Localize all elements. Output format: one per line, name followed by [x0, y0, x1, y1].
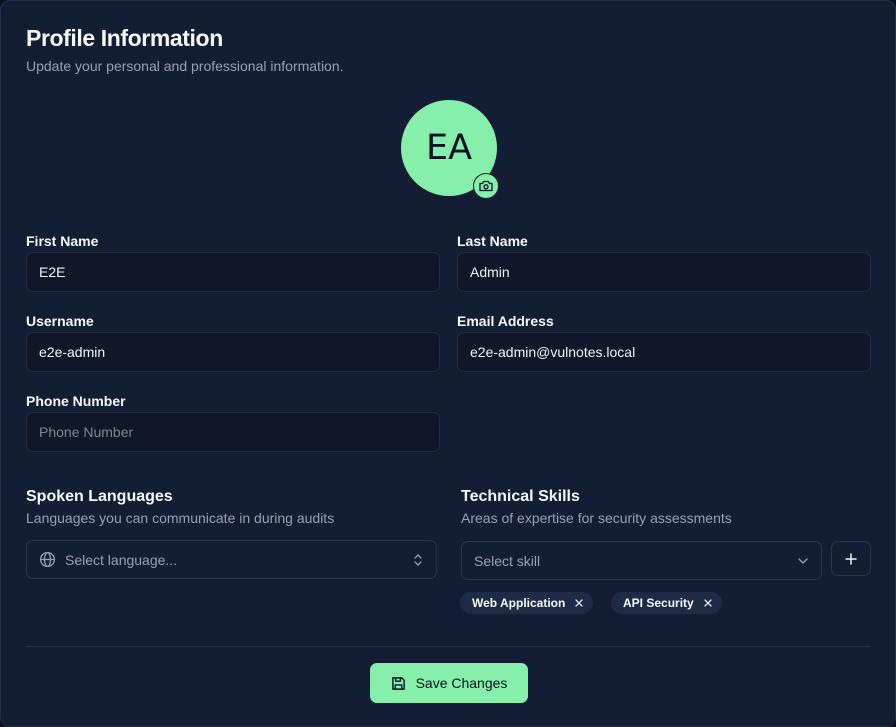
remove-skill-button[interactable]: [704, 599, 712, 607]
phone-label: Phone Number: [26, 393, 126, 409]
chevron-down-icon: [798, 557, 808, 564]
avatar-initials: EA: [425, 128, 473, 168]
avatar-upload-button[interactable]: [473, 173, 499, 199]
camera-icon: [479, 180, 493, 192]
skill-select-placeholder: Select skill: [474, 552, 541, 569]
remove-skill-button[interactable]: [575, 599, 583, 607]
divider: [26, 646, 871, 647]
last-name-label: Last Name: [457, 233, 528, 249]
last-name-input[interactable]: Admin: [457, 252, 871, 292]
username-value: e2e-admin: [39, 344, 106, 360]
phone-input[interactable]: Phone Number: [26, 412, 440, 452]
language-select[interactable]: Select language...: [26, 540, 437, 579]
chevron-up-down-icon: [414, 553, 422, 566]
first-name-value: E2E: [39, 264, 66, 280]
skill-chip-label: Web Application: [472, 596, 566, 610]
save-changes-button[interactable]: Save Changes: [370, 663, 528, 703]
globe-icon: [39, 551, 56, 568]
skill-chip: API Security: [611, 592, 722, 614]
skills-subtitle: Areas of expertise for security assessme…: [461, 510, 732, 526]
email-value: e2e-admin@vulnotes.local: [470, 344, 636, 360]
page-subtitle: Update your personal and professional in…: [26, 58, 344, 74]
save-changes-label: Save Changes: [415, 675, 508, 691]
plus-icon: [845, 552, 857, 565]
close-icon: [704, 599, 712, 607]
email-input[interactable]: e2e-admin@vulnotes.local: [457, 332, 871, 372]
skills-title: Technical Skills: [461, 488, 580, 505]
languages-subtitle: Languages you can communicate in during …: [26, 510, 335, 526]
email-label: Email Address: [457, 313, 554, 329]
username-label: Username: [26, 313, 94, 329]
skill-select[interactable]: Select skill: [461, 541, 822, 580]
save-icon: [391, 676, 405, 690]
profile-card: Profile Information Update your personal…: [0, 0, 896, 727]
username-input[interactable]: e2e-admin: [26, 332, 440, 372]
first-name-label: First Name: [26, 233, 99, 249]
first-name-input[interactable]: E2E: [26, 252, 440, 292]
language-select-placeholder: Select language...: [65, 551, 178, 568]
last-name-value: Admin: [470, 264, 510, 280]
skill-chip: Web Application: [460, 592, 594, 614]
skill-chip-label: API Security: [623, 596, 694, 610]
close-icon: [575, 599, 583, 607]
phone-placeholder: Phone Number: [39, 424, 134, 440]
add-skill-button[interactable]: [831, 541, 871, 576]
page-title: Profile Information: [26, 25, 223, 51]
languages-title: Spoken Languages: [26, 488, 173, 505]
